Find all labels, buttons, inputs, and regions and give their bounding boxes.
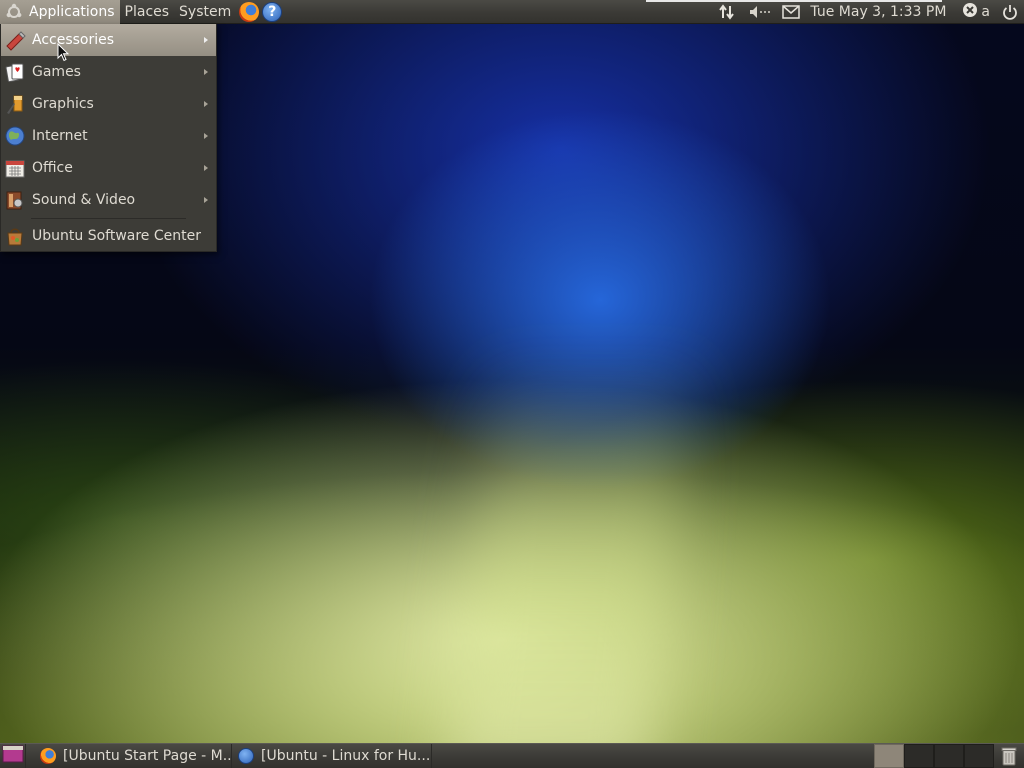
- mouse-pointer-icon: [57, 42, 70, 62]
- taskbar-item-ubuntu-start-page[interactable]: [Ubuntu Start Page - M...: [34, 744, 232, 768]
- office-calendar-icon: [4, 157, 26, 179]
- applications-menu-button[interactable]: Applications: [0, 0, 120, 24]
- submenu-arrow-icon: [204, 165, 208, 171]
- clock[interactable]: Tue May 3, 1:33 PM: [806, 0, 956, 24]
- ubuntu-logo-icon: [5, 3, 23, 21]
- submenu-arrow-icon: [204, 133, 208, 139]
- workspace-switcher: [874, 744, 994, 768]
- software-center-icon: [4, 225, 26, 247]
- menu-item-label: Office: [32, 160, 73, 176]
- show-desktop-icon: [2, 745, 24, 767]
- accessories-icon: [4, 29, 26, 51]
- window-edge-strip: [646, 0, 943, 2]
- volume-muted-icon[interactable]: [742, 0, 776, 24]
- menu-item-label: Sound & Video: [32, 192, 136, 208]
- submenu-arrow-icon: [204, 101, 208, 107]
- submenu-arrow-icon: [204, 197, 208, 203]
- taskbar-item-label: [Ubuntu - Linux for Hu...: [261, 748, 431, 764]
- workspace-2[interactable]: [904, 744, 934, 768]
- network-arrows-icon[interactable]: [712, 0, 742, 24]
- menu-separator: [31, 218, 186, 219]
- workspace-3[interactable]: [934, 744, 964, 768]
- taskbar-item-ubuntu-linux-for-humans[interactable]: [Ubuntu - Linux for Hu...: [232, 744, 432, 768]
- bottom-panel: [Ubuntu Start Page - M... [Ubuntu - Linu…: [0, 743, 1024, 768]
- menu-item-sound-video[interactable]: Sound & Video: [1, 184, 216, 216]
- menu-item-internet[interactable]: Internet: [1, 120, 216, 152]
- menu-item-label: Internet: [32, 128, 88, 144]
- internet-globe-icon: [4, 125, 26, 147]
- places-menu-button[interactable]: Places: [120, 0, 175, 24]
- taskbar-item-label: [Ubuntu Start Page - M...: [63, 748, 232, 764]
- graphics-brush-icon: [4, 93, 26, 115]
- submenu-arrow-icon: [204, 37, 208, 43]
- menu-item-label: Graphics: [32, 96, 94, 112]
- help-icon: [238, 748, 254, 764]
- system-menu-button[interactable]: System: [174, 0, 236, 24]
- user-offline-icon: [962, 2, 978, 22]
- user-menu[interactable]: a: [956, 0, 996, 24]
- user-name: a: [981, 3, 990, 20]
- show-desktop-button[interactable]: [0, 744, 26, 768]
- menu-item-graphics[interactable]: Graphics: [1, 88, 216, 120]
- games-cards-icon: [4, 61, 26, 83]
- notification-area: Tue May 3, 1:33 PM a: [712, 0, 1024, 24]
- menu-item-accessories[interactable]: Accessories: [1, 24, 216, 56]
- top-panel-spacer: [282, 0, 943, 24]
- firefox-icon[interactable]: [239, 1, 260, 22]
- menu-item-label: Games: [32, 64, 81, 80]
- firefox-icon: [40, 748, 56, 764]
- menu-item-games[interactable]: Games: [1, 56, 216, 88]
- trash-icon[interactable]: [998, 744, 1020, 768]
- sound-video-icon: [4, 189, 26, 211]
- workspace-4[interactable]: [964, 744, 994, 768]
- help-icon[interactable]: ?: [262, 1, 283, 22]
- applications-menu: Accessories Games Graphics Internet Offi…: [0, 24, 217, 252]
- applications-menu-label: Applications: [29, 3, 115, 20]
- submenu-arrow-icon: [204, 69, 208, 75]
- power-icon[interactable]: [996, 0, 1024, 24]
- workspace-1[interactable]: [874, 744, 904, 768]
- wallpaper-light-beam: [447, 360, 693, 768]
- menu-item-label: Ubuntu Software Center: [32, 228, 201, 244]
- top-panel: Applications Places System ? Tue May 3,: [0, 0, 1024, 24]
- menu-item-office[interactable]: Office: [1, 152, 216, 184]
- mail-envelope-icon[interactable]: [776, 0, 806, 24]
- menu-item-ubuntu-software-center[interactable]: Ubuntu Software Center: [1, 220, 216, 252]
